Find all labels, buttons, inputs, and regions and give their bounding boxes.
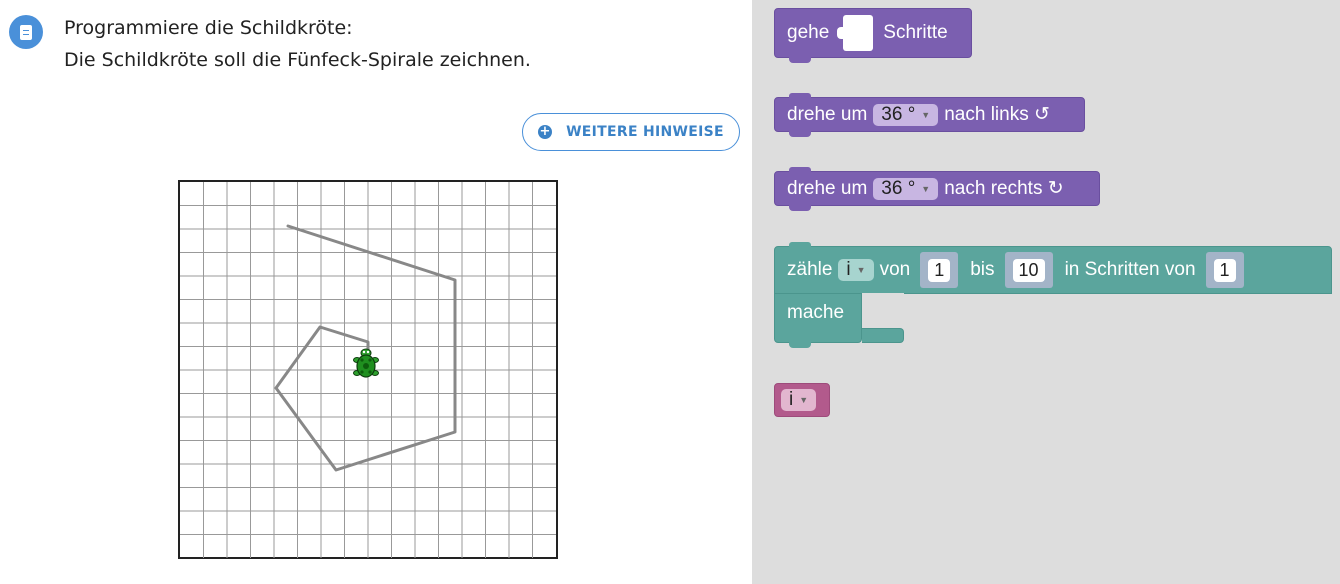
chevron-down-icon: ▼ [856,265,866,275]
variable-value: i [789,389,794,410]
count-step-label: in Schritten von [1064,259,1196,280]
count-variable-dropdown[interactable]: i ▼ [838,259,874,281]
count-from-value: 1 [928,258,951,282]
task-instruction: Die Schildkröte soll die Fünfeck-Spirale… [64,49,531,71]
turn-left-block[interactable]: drehe um 36 ° ▼ nach links ↺ [774,93,1085,137]
task-pane: Programmiere die Schildkröte: Die Schild… [0,0,752,584]
turtle-canvas [178,180,558,559]
move-block-suffix: Schritte [883,22,948,43]
document-icon [9,15,43,49]
count-from-input[interactable]: 1 [920,252,959,288]
move-block-prefix: gehe [787,22,830,43]
count-step-value: 1 [1213,258,1236,282]
turn-right-prefix: drehe um [787,177,868,199]
count-to-value: 10 [1012,258,1045,282]
turn-left-angle-dropdown[interactable]: 36 ° ▼ [873,103,939,126]
plus-circle-icon: + [538,124,553,139]
turn-left-prefix: drehe um [787,103,868,125]
turn-right-angle-dropdown[interactable]: 36 ° ▼ [873,177,939,200]
count-from-label: von [879,259,911,280]
move-block[interactable]: gehe Schritte [774,8,972,63]
count-loop-block[interactable]: zähle i ▼ von 1 bis 10 in Schritten von … [774,242,1334,348]
turn-left-suffix: nach links ↺ [944,104,1050,125]
more-hints-button[interactable]: + WEITERE HINWEISE [522,113,740,151]
loop-bottom-arm [862,328,904,343]
loop-drop-slot[interactable] [862,293,904,328]
more-hints-label: WEITERE HINWEISE [566,124,724,140]
chevron-down-icon: ▼ [921,109,931,120]
count-variable-value: i [846,259,851,280]
task-description: Programmiere die Schildkröte: Die Schild… [64,12,531,76]
blocks-workspace[interactable]: gehe Schritte drehe um 36 ° ▼ nach links… [752,0,1340,584]
turn-left-angle-value: 36 ° [881,103,916,125]
count-to-label: bis [970,259,995,280]
count-to-input[interactable]: 10 [1004,252,1053,288]
variable-block[interactable]: i ▼ [774,383,830,417]
turn-right-suffix: nach rechts ↻ [944,178,1064,199]
count-loop-header[interactable]: zähle i ▼ von 1 bis 10 in Schritten von … [774,242,1332,294]
variable-dropdown[interactable]: i ▼ [781,389,817,411]
move-steps-input[interactable] [837,15,874,51]
task-title: Programmiere die Schildkröte: [64,17,353,39]
count-do-label: mache [787,302,845,323]
turn-right-block[interactable]: drehe um 36 ° ▼ nach rechts ↻ [774,167,1100,211]
chevron-down-icon: ▼ [921,183,931,194]
count-prefix: zähle [787,259,833,280]
turtle-drawing [178,180,558,559]
chevron-down-icon: ▼ [799,395,809,405]
count-step-input[interactable]: 1 [1205,252,1244,288]
count-loop-body: mache [774,293,862,348]
turn-right-angle-value: 36 ° [881,177,916,199]
